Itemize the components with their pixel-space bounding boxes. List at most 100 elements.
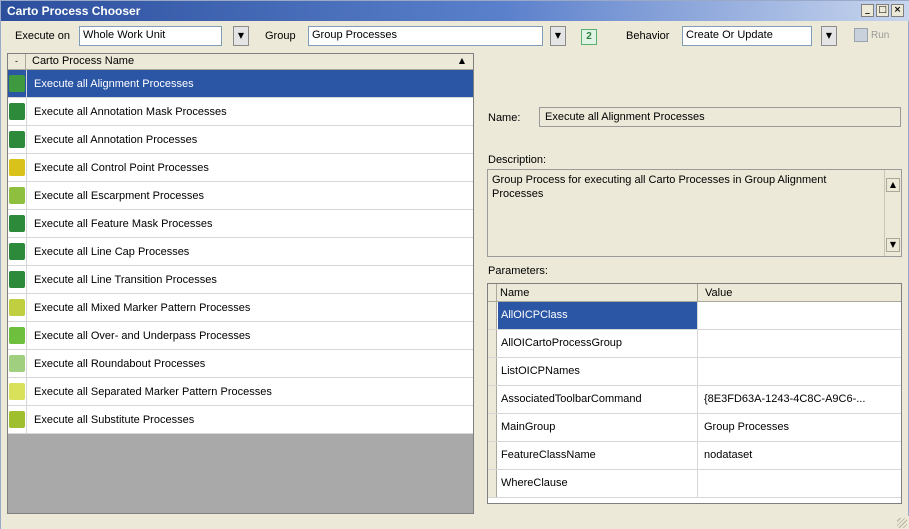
list-item[interactable]: Execute all Annotation Processes — [8, 126, 473, 154]
list-item[interactable]: Execute all Control Point Processes — [8, 154, 473, 182]
parameter-value-cell[interactable]: {8E3FD63A-1243-4C8C-A9C6-... — [698, 386, 901, 413]
row-divider — [26, 294, 27, 322]
resize-grip-icon[interactable] — [897, 518, 907, 528]
scroll-up-icon[interactable]: ▲ — [457, 56, 467, 66]
table-row[interactable]: AssociatedToolbarCommand {8E3FD63A-1243-4… — [488, 386, 901, 414]
substitute-icon — [9, 411, 25, 428]
table-row[interactable]: AllOICartoProcessGroup — [488, 330, 901, 358]
table-row[interactable]: WhereClause — [488, 470, 901, 498]
row-divider — [26, 406, 27, 434]
overpass-icon — [9, 327, 25, 344]
parameters-grid: Name Value AllOICPClass AllOICartoProcess… — [487, 283, 902, 504]
description-scrollbar[interactable]: ▲ ▼ — [884, 170, 901, 256]
list-item[interactable]: Execute all Feature Mask Processes — [8, 210, 473, 238]
process-list: - Carto Process Name ▲ Execute all Align… — [7, 53, 474, 514]
column-divider[interactable] — [697, 284, 698, 302]
parameter-name-cell[interactable]: AssociatedToolbarCommand — [498, 386, 697, 413]
annotation-mask-icon — [9, 103, 25, 120]
title-bar[interactable]: Carto Process Chooser _ □ × — [1, 1, 909, 21]
list-item-label: Execute all Over- and Underpass Processe… — [34, 330, 251, 342]
parameter-name-cell[interactable]: AllOICartoProcessGroup — [498, 330, 697, 357]
row-divider — [26, 322, 27, 350]
close-icon[interactable]: × — [891, 4, 904, 17]
process-list-rows: Execute all Alignment Processes Execute a… — [8, 70, 473, 434]
parameter-value-cell[interactable] — [698, 358, 901, 385]
scroll-down-icon[interactable]: ▼ — [886, 238, 900, 252]
parameter-value-cell[interactable] — [698, 330, 901, 357]
row-selector[interactable] — [488, 330, 497, 357]
carto-process-chooser-window: Carto Process Chooser _ □ × Execute on W… — [0, 0, 909, 529]
parameter-name-cell[interactable]: MainGroup — [498, 414, 697, 441]
list-corner: - — [8, 54, 26, 70]
list-item[interactable]: Execute all Substitute Processes — [8, 406, 473, 434]
row-divider — [26, 70, 27, 98]
row-divider — [26, 126, 27, 154]
escarpment-icon — [9, 187, 25, 204]
parameter-name-cell[interactable]: WhereClause — [498, 470, 697, 497]
alignment-icon — [9, 75, 25, 92]
list-item[interactable]: Execute all Roundabout Processes — [8, 350, 473, 378]
list-item[interactable]: Execute all Line Transition Processes — [8, 266, 473, 294]
group-dropdown-icon[interactable]: ▼ — [550, 26, 566, 46]
parameter-name-cell[interactable]: ListOICPNames — [498, 358, 697, 385]
group-select[interactable]: Group Processes — [308, 26, 543, 46]
behavior-select[interactable]: Create Or Update — [682, 26, 812, 46]
window-title: Carto Process Chooser — [7, 4, 141, 18]
run-button[interactable]: Run — [854, 28, 889, 42]
feature-mask-icon — [9, 215, 25, 232]
list-item-label: Execute all Control Point Processes — [34, 162, 209, 174]
name-field[interactable]: Execute all Alignment Processes — [539, 107, 901, 127]
process-list-header[interactable]: - Carto Process Name ▲ — [8, 54, 473, 70]
parameters-grid-header: Name Value — [488, 284, 901, 302]
list-item[interactable]: Execute all Line Cap Processes — [8, 238, 473, 266]
behavior-dropdown-icon[interactable]: ▼ — [821, 26, 837, 46]
description-field[interactable]: Group Process for executing all Carto Pr… — [487, 169, 902, 257]
row-divider — [26, 98, 27, 126]
row-selector[interactable] — [488, 386, 497, 413]
name-label: Name: — [488, 112, 521, 124]
maximize-icon[interactable]: □ — [876, 4, 889, 17]
row-selector[interactable] — [488, 358, 497, 385]
parameter-value-cell[interactable]: nodataset — [698, 442, 901, 469]
list-item-label: Execute all Escarpment Processes — [34, 190, 204, 202]
list-item-label: Execute all Line Transition Processes — [34, 274, 217, 286]
list-item[interactable]: Execute all Annotation Mask Processes — [8, 98, 473, 126]
row-selector[interactable] — [488, 302, 497, 329]
execute-on-dropdown-icon[interactable]: ▼ — [233, 26, 249, 46]
list-item[interactable]: Execute all Alignment Processes — [8, 70, 473, 98]
table-row[interactable]: FeatureClassName nodataset — [488, 442, 901, 470]
list-item-label: Execute all Mixed Marker Pattern Process… — [34, 302, 251, 314]
separated-marker-icon — [9, 383, 25, 400]
parameter-name-cell[interactable]: AllOICPClass — [498, 302, 697, 329]
scroll-up-icon[interactable]: ▲ — [886, 178, 900, 192]
toolbar: Execute on Whole Work Unit ▼ Group Group… — [1, 21, 909, 51]
parameters-grid-rows: AllOICPClass AllOICartoProcessGroup ListOI… — [488, 302, 901, 498]
list-item[interactable]: Execute all Mixed Marker Pattern Process… — [8, 294, 473, 322]
list-item-label: Execute all Annotation Mask Processes — [34, 106, 227, 118]
parameter-value-cell[interactable] — [698, 470, 901, 497]
list-item[interactable]: Execute all Escarpment Processes — [8, 182, 473, 210]
execute-on-select[interactable]: Whole Work Unit — [79, 26, 222, 46]
control-point-icon — [9, 159, 25, 176]
list-item[interactable]: Execute all Over- and Underpass Processe… — [8, 322, 473, 350]
minimize-icon[interactable]: _ — [861, 4, 874, 17]
parameter-value-cell[interactable] — [698, 302, 901, 329]
list-item-label: Execute all Roundabout Processes — [34, 358, 206, 370]
row-selector[interactable] — [488, 442, 497, 469]
parameters-label: Parameters: — [488, 265, 548, 277]
run-icon — [854, 28, 868, 42]
row-selector[interactable] — [488, 470, 497, 497]
list-item[interactable]: Execute all Separated Marker Pattern Pro… — [8, 378, 473, 406]
table-row[interactable]: AllOICPClass — [488, 302, 901, 330]
line-cap-icon — [9, 243, 25, 260]
name-column-header[interactable]: Name — [500, 287, 529, 299]
table-row[interactable]: MainGroup Group Processes — [488, 414, 901, 442]
process-name-column-header[interactable]: Carto Process Name — [32, 55, 134, 67]
group-options-button[interactable]: 2 — [581, 29, 597, 45]
list-item-label: Execute all Annotation Processes — [34, 134, 198, 146]
parameter-name-cell[interactable]: FeatureClassName — [498, 442, 697, 469]
row-selector[interactable] — [488, 414, 497, 441]
value-column-header[interactable]: Value — [705, 287, 732, 299]
table-row[interactable]: ListOICPNames — [488, 358, 901, 386]
parameter-value-cell[interactable]: Group Processes — [698, 414, 901, 441]
